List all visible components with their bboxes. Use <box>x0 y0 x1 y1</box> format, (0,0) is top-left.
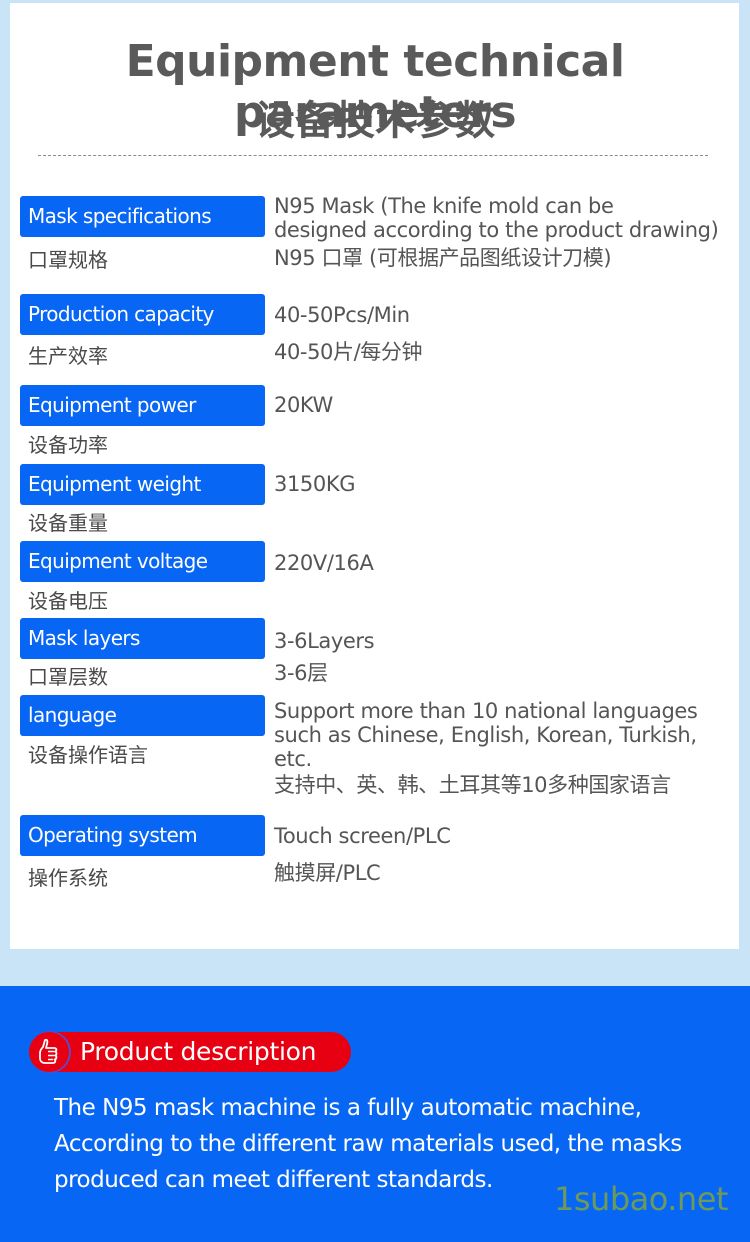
param-label-en: Equipment weight <box>20 464 265 505</box>
value-line: designed according to the product drawin… <box>274 218 719 242</box>
param-value: N95 Mask (The knife mold can be designed… <box>274 194 734 270</box>
param-label-zh: 操作系统 <box>28 866 108 890</box>
value-line: Support more than 10 national languages <box>274 699 698 723</box>
dashed-divider <box>38 155 708 156</box>
param-label-zh: 设备重量 <box>28 511 108 535</box>
value-line: such as Chinese, English, Korean, Turkis… <box>274 723 697 747</box>
param-value: Touch screen/PLC 触摸屏/PLC <box>274 824 734 885</box>
param-value: 3-6Layers 3-6层 <box>274 629 734 685</box>
value-line: N95 口罩 (可根据产品图纸设计刀模) <box>274 246 612 270</box>
param-value: 20KW <box>274 393 734 417</box>
param-label-en: Equipment voltage <box>20 541 265 582</box>
value-line: 触摸屏/PLC <box>274 861 381 885</box>
param-label-zh: 设备电压 <box>28 589 108 613</box>
param-value: Support more than 10 national languages … <box>274 699 734 797</box>
param-label-zh: 设备功率 <box>28 433 108 457</box>
product-description-heading: Product description <box>29 1032 351 1072</box>
param-label-en: Equipment power <box>20 385 265 426</box>
param-label-zh: 口罩规格 <box>28 248 108 272</box>
param-label-zh: 设备操作语言 <box>28 743 148 767</box>
param-label-en: Production capacity <box>20 294 265 335</box>
value-line: 3-6层 <box>274 661 328 685</box>
param-value: 3150KG <box>274 472 734 496</box>
value-line: 支持中、英、韩、土耳其等10多种国家语言 <box>274 773 671 797</box>
thumbs-up-icon <box>29 1032 69 1072</box>
watermark: 1subao.net <box>554 1180 728 1218</box>
value-line: 40-50片/每分钟 <box>274 340 423 364</box>
value-line: N95 Mask (The knife mold can be <box>274 194 614 218</box>
value-line: 220V/16A <box>274 551 374 575</box>
value-line: 40-50Pcs/Min <box>274 303 410 327</box>
value-line: 3-6Layers <box>274 629 375 653</box>
description-line: The N95 mask machine is a fully automati… <box>54 1095 642 1121</box>
param-value: 220V/16A <box>274 551 734 575</box>
param-label-zh: 生产效率 <box>28 344 108 368</box>
param-label-en: language <box>20 695 265 736</box>
param-value: 40-50Pcs/Min 40-50片/每分钟 <box>274 303 734 364</box>
value-line: Touch screen/PLC <box>274 824 451 848</box>
param-label-zh: 口罩层数 <box>28 665 108 689</box>
param-label-en: Operating system <box>20 815 265 856</box>
value-line: 3150KG <box>274 472 356 496</box>
value-line: 20KW <box>274 393 333 417</box>
product-description-title: Product description <box>80 1037 317 1066</box>
param-label-en: Mask specifications <box>20 196 265 237</box>
value-line: etc. <box>274 747 312 771</box>
page-title-zh: 设备技术参数 <box>255 98 495 144</box>
param-label-en: Mask layers <box>20 618 265 659</box>
description-line: According to the different raw materials… <box>54 1131 682 1157</box>
